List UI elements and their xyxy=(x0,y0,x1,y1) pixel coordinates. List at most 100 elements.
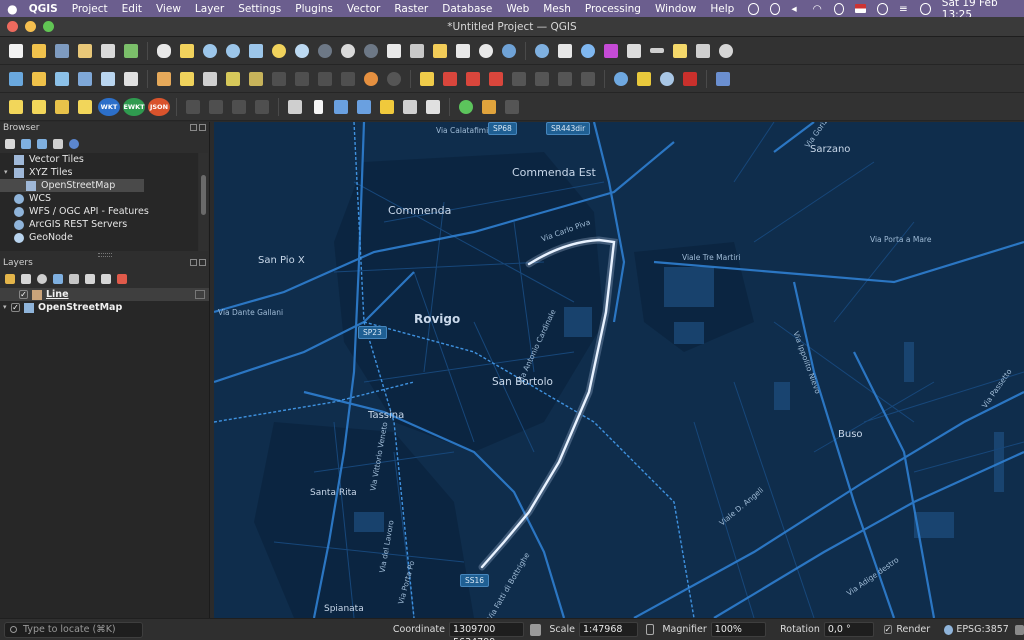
scale-combobox[interactable]: 1:47968 xyxy=(578,622,638,637)
browser-item-vector-tiles[interactable]: Vector Tiles xyxy=(0,153,198,166)
menu-processing[interactable]: Processing xyxy=(585,3,641,15)
browser-item-xyz-tiles[interactable]: ▾ XYZ Tiles xyxy=(0,166,198,179)
new-project-button[interactable] xyxy=(6,41,26,61)
new-map-view-button[interactable] xyxy=(384,41,404,61)
zoom-full-button[interactable] xyxy=(246,41,266,61)
expand-arrow-icon[interactable]: ▾ xyxy=(4,166,14,179)
filter-expression-icon[interactable] xyxy=(69,274,79,284)
pan-map-button[interactable] xyxy=(154,41,174,61)
menu-view[interactable]: View xyxy=(156,3,181,15)
menu-web[interactable]: Web xyxy=(506,3,529,15)
close-panel-button[interactable] xyxy=(199,259,206,266)
browser-item-openstreetmap[interactable]: OpenStreetMap xyxy=(0,179,144,192)
lock-scale-icon[interactable] xyxy=(645,624,655,635)
refresh-button[interactable] xyxy=(499,41,519,61)
menu-window[interactable]: Window xyxy=(655,3,696,15)
undo-button[interactable] xyxy=(361,69,381,89)
menu-settings[interactable]: Settings xyxy=(238,3,281,15)
vertex-tool-button[interactable] xyxy=(246,69,266,89)
apple-menu-icon[interactable]: ● xyxy=(6,2,19,16)
show-bookmarks-button[interactable] xyxy=(453,41,473,61)
close-panel-button[interactable] xyxy=(199,124,206,131)
modify-annotation-button[interactable] xyxy=(331,97,351,117)
new-virtual-layer-button[interactable] xyxy=(121,69,141,89)
select-location-button[interactable] xyxy=(75,97,95,117)
zoom-out-button[interactable] xyxy=(223,41,243,61)
zoom-window-button[interactable] xyxy=(43,21,54,32)
save-layer-edits-button[interactable] xyxy=(200,69,220,89)
data-source-manager-button[interactable] xyxy=(6,69,26,89)
annotation-node-button[interactable] xyxy=(354,97,374,117)
add-layer-icon[interactable] xyxy=(5,139,15,149)
new-spatialite-layer-button[interactable] xyxy=(75,69,95,89)
collapse-all-icon[interactable] xyxy=(53,139,63,149)
text-balloon-button[interactable] xyxy=(423,97,443,117)
expand-arrow-icon[interactable]: ▾ xyxy=(3,301,11,314)
label-pin-button[interactable] xyxy=(440,69,460,89)
pan-to-selection-button[interactable] xyxy=(177,41,197,61)
expand-all-icon[interactable] xyxy=(85,274,95,284)
plugin-red-icon[interactable] xyxy=(680,69,700,89)
toggle-editing-pencil-icon[interactable] xyxy=(177,69,197,89)
refresh-icon[interactable] xyxy=(21,139,31,149)
control-center-icon[interactable]: ≡ xyxy=(899,3,909,15)
zoom-native-button[interactable] xyxy=(315,41,335,61)
open-project-button[interactable] xyxy=(29,41,49,61)
zoom-in-button[interactable] xyxy=(200,41,220,61)
star-icon[interactable] xyxy=(377,97,397,117)
menu-project[interactable]: Project xyxy=(72,3,108,15)
toggle-coordinate-icon[interactable] xyxy=(530,623,542,636)
new-shapefile-layer-button[interactable] xyxy=(52,69,72,89)
filter-icon[interactable] xyxy=(37,139,47,149)
minimize-window-button[interactable] xyxy=(25,21,36,32)
locator-search-icon[interactable] xyxy=(456,97,476,117)
float-panel-button[interactable] xyxy=(190,259,197,266)
attribute-table-button[interactable] xyxy=(555,41,575,61)
measure-line-button[interactable] xyxy=(647,41,667,61)
coordinate-field[interactable]: 1309700 5634799 xyxy=(449,622,525,640)
play-icon[interactable] xyxy=(769,2,781,15)
menu-vector[interactable]: Vector xyxy=(347,3,380,15)
zoom-next-button[interactable] xyxy=(361,41,381,61)
label-tool-button[interactable] xyxy=(417,69,437,89)
siri-icon[interactable] xyxy=(920,2,931,15)
annotation-layer-button[interactable] xyxy=(400,97,420,117)
text-annotation-button-2[interactable] xyxy=(285,97,305,117)
menu-edit[interactable]: Edit xyxy=(122,3,142,15)
crs-globe-icon[interactable] xyxy=(944,624,954,635)
deselect-all-button[interactable] xyxy=(52,97,72,117)
select-features-button[interactable] xyxy=(6,97,26,117)
locator-search-input[interactable]: Type to locate (⌘K) xyxy=(4,621,143,638)
layout-manager-button[interactable] xyxy=(98,41,118,61)
statistics-sigma-icon[interactable] xyxy=(601,41,621,61)
new-print-layout-button[interactable] xyxy=(75,41,95,61)
select-by-value-button[interactable] xyxy=(29,97,49,117)
globe-plugin-icon[interactable] xyxy=(611,69,631,89)
json-button[interactable]: JSON xyxy=(148,97,170,116)
help-icon[interactable] xyxy=(713,69,733,89)
layer-row-line[interactable]: ✓ Line xyxy=(0,288,209,301)
quickmapservices-icon[interactable] xyxy=(657,69,677,89)
zoom-last-button[interactable] xyxy=(338,41,358,61)
browser-item-geonode[interactable]: GeoNode xyxy=(0,231,198,244)
float-panel-button[interactable] xyxy=(190,124,197,131)
browser-scrollbar[interactable] xyxy=(199,153,208,251)
status-icon[interactable] xyxy=(748,2,759,15)
ewkt-button[interactable]: EWKT xyxy=(123,97,145,116)
menu-plugins[interactable]: Plugins xyxy=(295,3,333,15)
label-show-hide-button[interactable] xyxy=(463,69,483,89)
info-icon[interactable] xyxy=(69,139,79,149)
menu-database[interactable]: Database xyxy=(442,3,492,15)
plugin-map-icon[interactable] xyxy=(479,97,499,117)
bookmark-button[interactable] xyxy=(430,41,450,61)
new-temporary-layer-button[interactable] xyxy=(98,69,118,89)
add-line-feature-button[interactable] xyxy=(223,69,243,89)
filter-legend-icon[interactable] xyxy=(53,274,63,284)
volume-icon[interactable]: ◂ xyxy=(791,3,801,15)
new-3d-view-button[interactable] xyxy=(407,41,427,61)
layer-styling-icon[interactable] xyxy=(5,274,15,284)
render-checkbox[interactable]: ✓ xyxy=(883,625,893,634)
save-project-button[interactable] xyxy=(52,41,72,61)
menu-qgis[interactable]: QGIS xyxy=(29,3,58,15)
scrollbar-thumb[interactable] xyxy=(201,175,206,215)
